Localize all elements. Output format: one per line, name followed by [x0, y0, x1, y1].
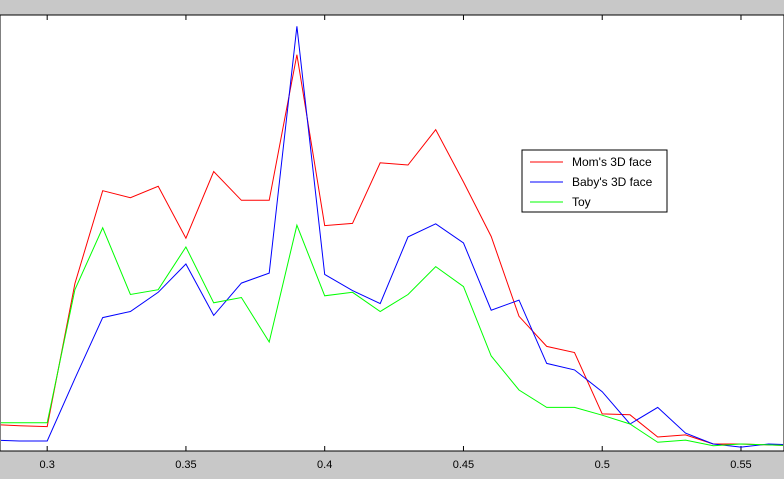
line-chart: 0.3 0.35 0.4 0.45 0.5 0.55 Mom's 3D face Baby'… [0, 14, 784, 471]
legend-label: Mom's 3D face [572, 155, 652, 169]
x-tick-label: 0.5 [595, 459, 610, 471]
x-tick-label: 0.45 [453, 459, 474, 471]
plot-area [0, 14, 784, 452]
x-tick-label: 0.3 [40, 459, 55, 471]
x-tick-label: 0.55 [730, 459, 751, 471]
x-tick-label: 0.4 [317, 459, 332, 471]
x-tick-label: 0.35 [175, 459, 196, 471]
legend: Mom's 3D face Baby's 3D face Toy [521, 149, 668, 213]
legend-label: Toy [572, 195, 591, 209]
legend-label: Baby's 3D face [572, 175, 653, 189]
